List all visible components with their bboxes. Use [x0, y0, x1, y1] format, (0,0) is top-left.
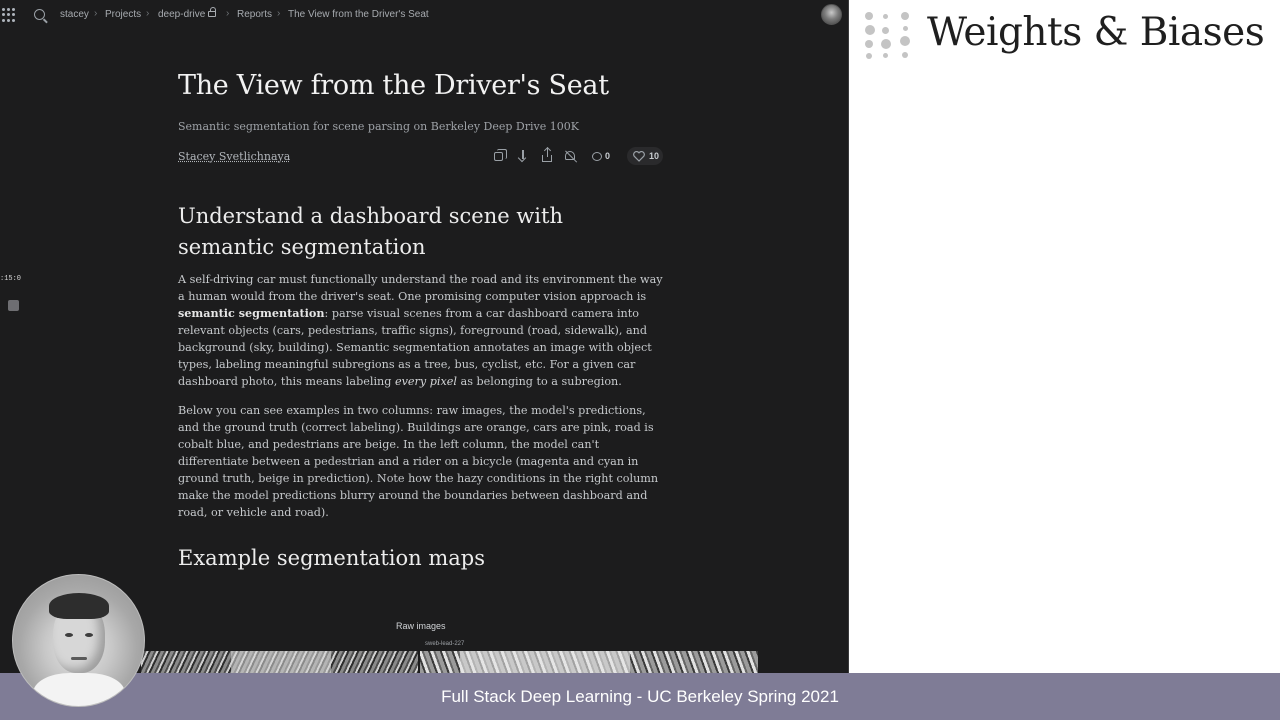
lecture-footer: Full Stack Deep Learning - UC Berkeley S… [0, 673, 1280, 720]
bold-term: semantic segmentation [178, 306, 325, 320]
breadcrumb-separator: › [146, 8, 150, 19]
breadcrumb-user[interactable]: stacey [60, 9, 89, 20]
raw-image-right[interactable] [420, 651, 758, 673]
download-icon[interactable] [516, 149, 530, 163]
section-heading-examples: Example segmentation maps [178, 546, 485, 570]
heart-icon[interactable] [633, 151, 645, 162]
brand-pane [849, 0, 1280, 673]
comment-count: 0 [605, 151, 611, 161]
avatar[interactable] [821, 4, 842, 25]
breadcrumb-separator: › [277, 8, 281, 19]
search-icon[interactable] [34, 9, 45, 20]
panel-label: Raw images [396, 621, 446, 631]
report-author-link[interactable]: Stacey Svetlichnaya [178, 150, 290, 163]
breadcrumb-current-report[interactable]: The View from the Driver's Seat [288, 9, 429, 20]
italic-term: every pixel [394, 375, 457, 388]
breadcrumb-project-label: deep-drive [158, 9, 206, 20]
breadcrumb-separator: › [226, 8, 230, 19]
breadcrumb-projects[interactable]: Projects [105, 9, 141, 20]
copy-icon[interactable] [494, 149, 507, 161]
like-count: 10 [649, 151, 660, 161]
mute-icon[interactable] [565, 151, 575, 160]
share-icon[interactable] [542, 148, 552, 162]
top-bar: stacey › Projects › deep-drive › Reports… [0, 0, 849, 30]
comment-icon[interactable] [592, 152, 602, 161]
section-heading-line: semantic segmentation [178, 235, 426, 259]
image-caption: sweb-lead-227 [425, 641, 465, 647]
breadcrumb-reports[interactable]: Reports [237, 9, 272, 20]
stop-button[interactable] [8, 300, 19, 311]
report-subtitle: Semantic segmentation for scene parsing … [178, 120, 579, 133]
report-title: The View from the Driver's Seat [178, 70, 609, 101]
footer-caption: Full Stack Deep Learning - UC Berkeley S… [441, 687, 839, 706]
webcam-video [12, 574, 145, 707]
breadcrumb-separator: › [94, 8, 98, 19]
paragraph-text: A self-driving car must functionally und… [178, 273, 663, 303]
apps-grid-icon[interactable] [2, 8, 18, 22]
breadcrumb-project[interactable]: deep-drive [158, 7, 217, 20]
lock-icon [208, 7, 217, 17]
wandb-logo-icon [863, 12, 915, 60]
raw-image-left[interactable] [141, 651, 418, 673]
section-heading-understand: Understand a dashboard scene with semant… [178, 201, 563, 263]
paragraph-intro: A self-driving car must functionally und… [178, 271, 668, 390]
paragraph-text: as belonging to a subregion. [457, 375, 622, 388]
brand-title: Weights & Biases [927, 10, 1265, 55]
timer-readout: :15:0 [0, 275, 22, 283]
section-heading-line: Understand a dashboard scene with [178, 204, 563, 228]
paragraph-examples: Below you can see examples in two column… [178, 404, 659, 519]
report-pane: stacey › Projects › deep-drive › Reports… [0, 0, 849, 673]
